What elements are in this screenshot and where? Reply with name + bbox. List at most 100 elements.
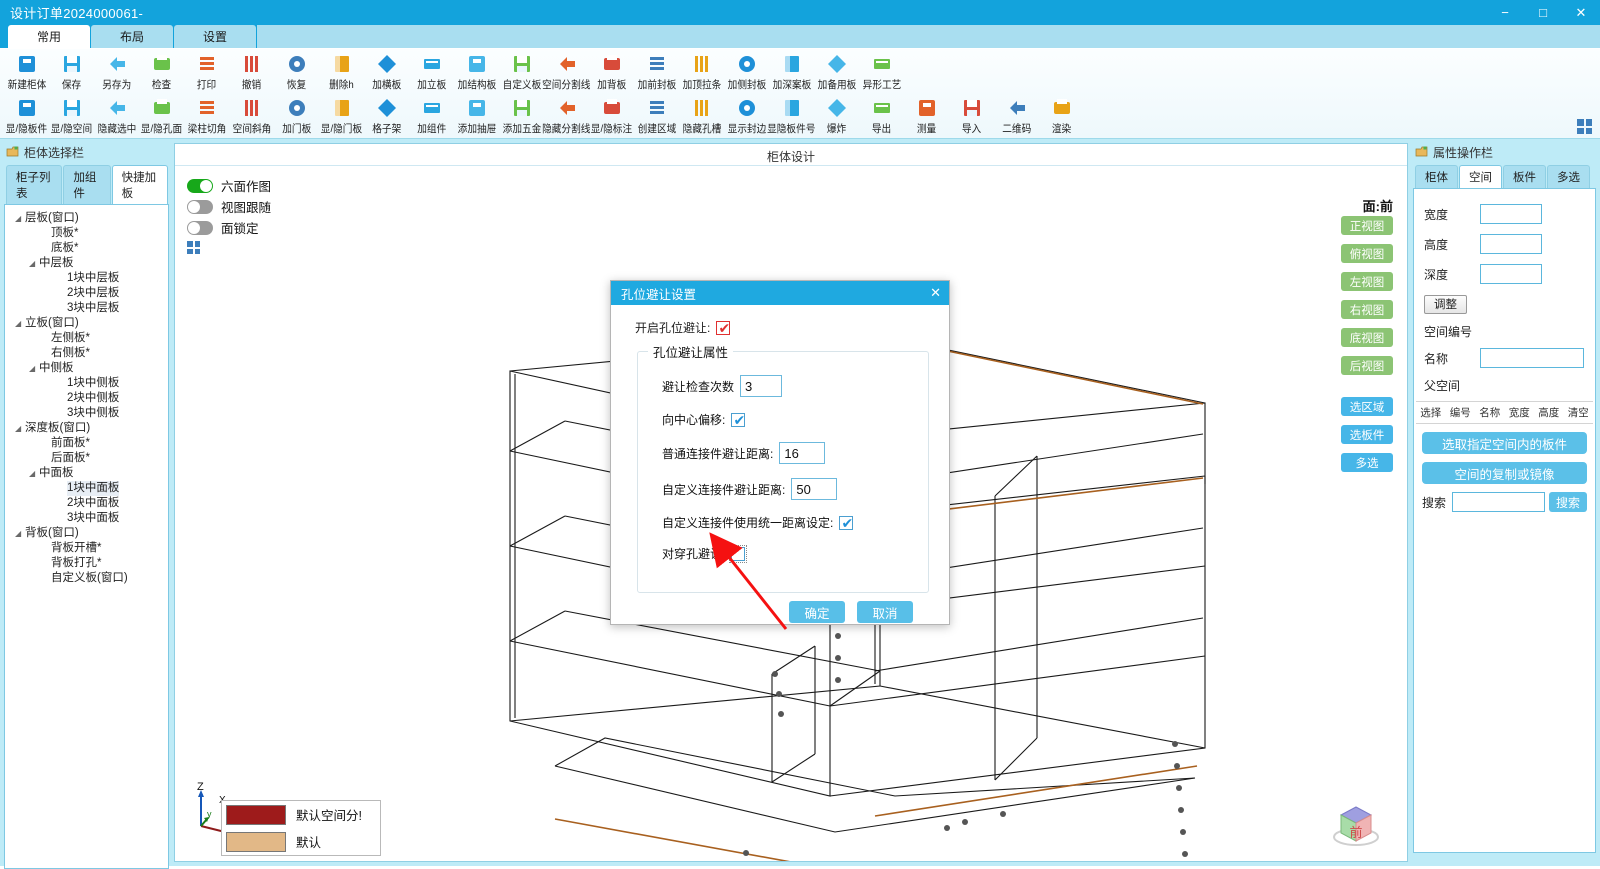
view-button-2[interactable]: 左视图 <box>1341 272 1393 291</box>
property-input[interactable] <box>1480 234 1542 254</box>
ok-button[interactable]: 确定 <box>789 601 845 623</box>
toggle-space-button[interactable]: 显/隐空间 <box>49 96 94 136</box>
tree-node[interactable]: 顶板* <box>9 226 164 241</box>
beam-column-chamfer-button[interactable]: 梁柱切角 <box>184 96 229 136</box>
tree-node[interactable]: ◢ 中层板 <box>9 256 164 271</box>
undo-button[interactable]: 撤销 <box>229 52 274 92</box>
tree-node[interactable]: ◢ 层板(窗口) <box>9 211 164 226</box>
view-cube[interactable]: 前 <box>1327 793 1385 851</box>
toggle-door-panel-button[interactable]: 显/隐门板 <box>319 96 364 136</box>
measure-button[interactable]: 测量 <box>904 96 949 136</box>
add-component-button[interactable]: 加组件 <box>409 96 454 136</box>
expand-arrow-icon[interactable]: ◢ <box>15 526 25 541</box>
tree-node[interactable]: ◢ 中侧板 <box>9 361 164 376</box>
select-button-0[interactable]: 选区域 <box>1341 397 1393 416</box>
viewport-3d[interactable]: 六面作图 视图跟随 面锁定 面:前 正视图 俯视图 左视图 右视图 底视图 后视图 选区域 选板件… <box>175 165 1407 861</box>
dialog-checkbox[interactable] <box>731 411 746 429</box>
left-tab-0[interactable]: 柜子列表 <box>6 165 63 204</box>
check-button[interactable]: 检查 <box>139 52 184 92</box>
left-tab-1[interactable]: 加组件 <box>63 165 111 204</box>
add-horizontal-board-button[interactable]: 加横板 <box>364 52 409 92</box>
tree-node[interactable]: 2块中侧板 <box>9 391 164 406</box>
tree-node[interactable]: 自定义板(窗口) <box>9 571 164 586</box>
expand-arrow-icon[interactable]: ◢ <box>15 211 25 226</box>
tree-node[interactable]: 后面板* <box>9 451 164 466</box>
dialog-checkbox[interactable] <box>839 514 854 532</box>
space-bevel-button[interactable]: 空间斜角 <box>229 96 274 136</box>
qrcode-button[interactable]: 二维码 <box>994 96 1039 136</box>
expand-arrow-icon[interactable]: ◢ <box>29 466 39 481</box>
ribbon-tab-2[interactable]: 设置 <box>174 25 256 48</box>
redo-button[interactable]: 恢复 <box>274 52 319 92</box>
render-button[interactable]: 渲染 <box>1039 96 1084 136</box>
close-button[interactable]: ✕ <box>1562 0 1600 25</box>
search-button[interactable]: 搜索 <box>1548 492 1587 512</box>
import-button[interactable]: 导入 <box>949 96 994 136</box>
expand-arrow-icon[interactable]: ◢ <box>29 361 39 376</box>
dialog-text-input[interactable] <box>740 375 783 397</box>
toggle-switch[interactable] <box>187 178 213 193</box>
view-button-5[interactable]: 后视图 <box>1341 356 1393 375</box>
expand-arrow-icon[interactable]: ◢ <box>15 316 25 331</box>
tree-node[interactable]: 右侧板* <box>9 346 164 361</box>
toggle-panels-button[interactable]: 显/隐板件 <box>4 96 49 136</box>
tree-node[interactable]: 3块中层板 <box>9 301 164 316</box>
special-shape-button[interactable]: 异形工艺 <box>859 52 904 92</box>
maximize-button[interactable]: □ <box>1524 0 1562 25</box>
add-side-seal-board-button[interactable]: 加侧封板 <box>724 52 769 92</box>
enable-hole-avoidance-checkbox[interactable] <box>716 319 731 337</box>
select-button-2[interactable]: 多选 <box>1341 453 1393 472</box>
tree-node[interactable]: 底板* <box>9 241 164 256</box>
tree-node[interactable]: 2块中层板 <box>9 286 164 301</box>
expand-arrow-icon[interactable]: ◢ <box>29 256 39 271</box>
view-button-3[interactable]: 右视图 <box>1341 300 1393 319</box>
save-as-button[interactable]: 另存为 <box>94 52 139 92</box>
minimize-button[interactable]: − <box>1486 0 1524 25</box>
viewport-grid-icon[interactable] <box>187 241 200 254</box>
property-input[interactable] <box>1480 264 1542 284</box>
ribbon-grid-toggle-icon[interactable] <box>1577 119 1592 134</box>
tree-node[interactable]: 背板开槽* <box>9 541 164 556</box>
add-vertical-board-button[interactable]: 加立板 <box>409 52 454 92</box>
create-region-button[interactable]: 创建区域 <box>634 96 679 136</box>
tree-node[interactable]: 3块中侧板 <box>9 406 164 421</box>
add-hardware-button[interactable]: 添加五金 <box>499 96 544 136</box>
print-button[interactable]: 打印 <box>184 52 229 92</box>
save-button[interactable]: 保存 <box>49 52 94 92</box>
ribbon-tab-0[interactable]: 常用 <box>8 25 90 48</box>
add-door-panel-button[interactable]: 加门板 <box>274 96 319 136</box>
quick-board-tree[interactable]: ◢ 层板(窗口) 顶板* 底板* ◢ 中层板 1块中层板 2块中层板 3块中层板 ◢ 立板(窗口) 左… <box>4 204 169 869</box>
export-button[interactable]: 导出 <box>859 96 904 136</box>
property-input[interactable] <box>1480 204 1542 224</box>
ribbon-tab-1[interactable]: 布局 <box>91 25 173 48</box>
tree-node[interactable]: ◢ 背板(窗口) <box>9 526 164 541</box>
tree-node[interactable]: 背板打孔* <box>9 556 164 571</box>
toggle-dimension-button[interactable]: 显/隐标注 <box>589 96 634 136</box>
tree-node[interactable]: 1块中层板 <box>9 271 164 286</box>
grid-rack-button[interactable]: 格子架 <box>364 96 409 136</box>
add-drawer-button[interactable]: 添加抽屉 <box>454 96 499 136</box>
toggle-hole-face-button[interactable]: 显/隐孔面 <box>139 96 184 136</box>
tree-node[interactable]: ◢ 中面板 <box>9 466 164 481</box>
name-input[interactable] <box>1480 348 1584 368</box>
tree-node[interactable]: 2块中面板 <box>9 496 164 511</box>
dialog-text-input[interactable] <box>779 442 826 464</box>
right-tab-1[interactable]: 空间 <box>1459 165 1502 188</box>
tree-node[interactable]: 3块中面板 <box>9 511 164 526</box>
right-tab-2[interactable]: 板件 <box>1503 165 1546 188</box>
tree-node[interactable]: ◢ 立板(窗口) <box>9 316 164 331</box>
search-input[interactable] <box>1452 492 1545 512</box>
dialog-checkbox[interactable] <box>729 544 748 563</box>
view-button-4[interactable]: 底视图 <box>1341 328 1393 347</box>
add-back-board-button[interactable]: 加背板 <box>589 52 634 92</box>
expand-arrow-icon[interactable]: ◢ <box>15 421 25 436</box>
toggle-panel-number-button[interactable]: 显隐板件号 <box>767 96 816 136</box>
cancel-button[interactable]: 取消 <box>857 601 913 623</box>
hide-split-line-button[interactable]: 隐藏分割线 <box>542 96 591 136</box>
new-cabinet-button[interactable]: 新建柜体 <box>4 52 49 92</box>
toggle-switch[interactable] <box>187 220 213 235</box>
hide-selected-button[interactable]: 隐藏选中 <box>94 96 139 136</box>
add-structure-board-button[interactable]: 加结构板 <box>454 52 499 92</box>
select-button-1[interactable]: 选板件 <box>1341 425 1393 444</box>
add-top-rail-button[interactable]: 加顶拉条 <box>679 52 724 92</box>
